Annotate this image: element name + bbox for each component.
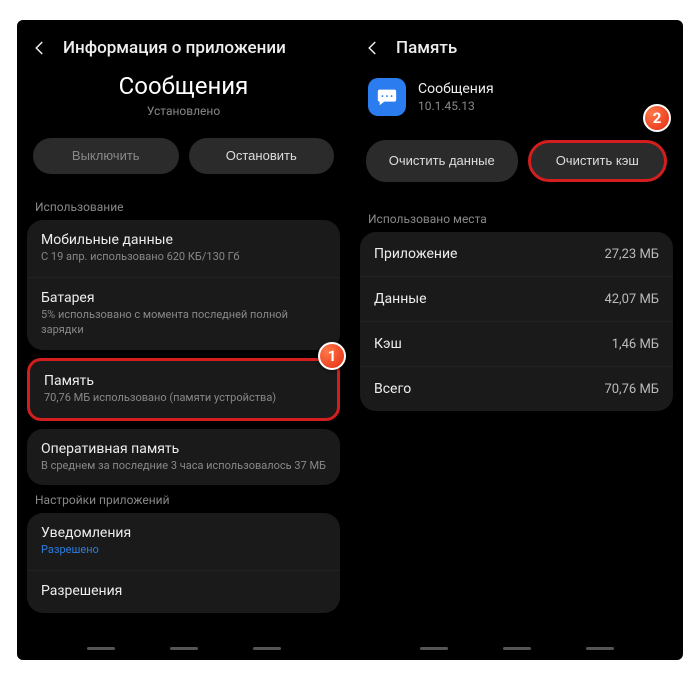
app-name: Сообщения bbox=[19, 72, 348, 100]
nav-bar bbox=[352, 647, 681, 650]
page-title: Память bbox=[396, 38, 457, 58]
app-name: Сообщения bbox=[418, 81, 494, 97]
app-status: Установлено bbox=[19, 104, 348, 118]
clear-cache-button[interactable]: Очистить кэш bbox=[528, 140, 668, 182]
force-stop-button[interactable]: Остановить bbox=[189, 138, 335, 174]
storage-item[interactable]: Память 70,76 МБ использовано (памяти уст… bbox=[27, 358, 340, 421]
usage-list: Мобильные данные С 19 апр. использовано … bbox=[27, 220, 340, 350]
storage-breakdown: Приложение 27,23 МБ Данные 42,07 МБ Кэш … bbox=[360, 232, 673, 411]
header: Информация о приложении bbox=[19, 24, 348, 66]
battery-item[interactable]: Батарея 5% использовано с момента послед… bbox=[27, 278, 340, 350]
row-data-key: Данные bbox=[374, 291, 427, 307]
row-cache: Кэш 1,46 МБ bbox=[360, 322, 673, 367]
mobile-data-title: Мобильные данные bbox=[41, 232, 326, 248]
row-data-val: 42,07 МБ bbox=[604, 292, 659, 307]
header: Память bbox=[352, 24, 681, 66]
permissions-item[interactable]: Разрешения bbox=[27, 571, 340, 613]
page-title: Информация о приложении bbox=[63, 38, 286, 58]
storage-sub: 70,76 МБ использовано (памяти устройства… bbox=[44, 391, 323, 406]
row-app-key: Приложение bbox=[374, 246, 457, 262]
clear-cache-highlight: Очистить кэш 2 bbox=[528, 140, 668, 182]
row-app-val: 27,23 МБ bbox=[604, 247, 659, 262]
usage-list-2: Оперативная память В среднем за последни… bbox=[27, 429, 340, 486]
storage-highlight: Память 70,76 МБ использовано (памяти уст… bbox=[27, 358, 340, 421]
app-hero: Сообщения Установлено bbox=[19, 66, 348, 132]
app-row: Сообщения 10.1.45.13 bbox=[352, 66, 681, 134]
ram-item[interactable]: Оперативная память В среднем за последни… bbox=[27, 429, 340, 486]
mobile-data-sub: С 19 апр. использовано 620 КБ/130 Гб bbox=[41, 250, 326, 265]
section-usage-label: Использование bbox=[19, 192, 348, 220]
nav-bar bbox=[19, 647, 348, 650]
row-cache-val: 1,46 МБ bbox=[612, 337, 659, 352]
app-version: 10.1.45.13 bbox=[418, 99, 494, 113]
app-settings-list: Уведомления Разрешено Разрешения bbox=[27, 513, 340, 613]
callout-badge-1: 1 bbox=[318, 342, 346, 370]
section-appsettings-label: Настройки приложений bbox=[19, 485, 348, 513]
battery-title: Батарея bbox=[41, 290, 326, 306]
row-total-val: 70,76 МБ bbox=[604, 382, 659, 397]
notifications-item[interactable]: Уведомления Разрешено bbox=[27, 513, 340, 571]
battery-sub: 5% использовано с момента последней полн… bbox=[41, 308, 326, 338]
row-data: Данные 42,07 МБ bbox=[360, 277, 673, 322]
back-icon[interactable] bbox=[364, 39, 382, 57]
storage-title: Память bbox=[44, 373, 323, 389]
row-cache-key: Кэш bbox=[374, 336, 402, 352]
section-used-label: Использовано места bbox=[352, 204, 681, 232]
row-app: Приложение 27,23 МБ bbox=[360, 232, 673, 277]
row-total-key: Всего bbox=[374, 381, 411, 397]
callout-badge-2: 2 bbox=[643, 104, 671, 132]
permissions-title: Разрешения bbox=[41, 583, 326, 599]
messages-app-icon bbox=[368, 78, 406, 116]
disable-button[interactable]: Выключить bbox=[33, 138, 179, 174]
left-phone: Информация о приложении Сообщения Устано… bbox=[19, 24, 348, 656]
ram-sub: В среднем за последние 3 часа использова… bbox=[41, 459, 326, 474]
mobile-data-item[interactable]: Мобильные данные С 19 апр. использовано … bbox=[27, 220, 340, 278]
notifications-title: Уведомления bbox=[41, 525, 326, 541]
ram-title: Оперативная память bbox=[41, 441, 326, 457]
clear-data-button[interactable]: Очистить данные bbox=[366, 140, 518, 182]
back-icon[interactable] bbox=[31, 39, 49, 57]
row-total: Всего 70,76 МБ bbox=[360, 367, 673, 411]
notifications-sub: Разрешено bbox=[41, 543, 326, 558]
right-phone: Память Сообщения 10.1.45.13 Очистить дан… bbox=[352, 24, 681, 656]
